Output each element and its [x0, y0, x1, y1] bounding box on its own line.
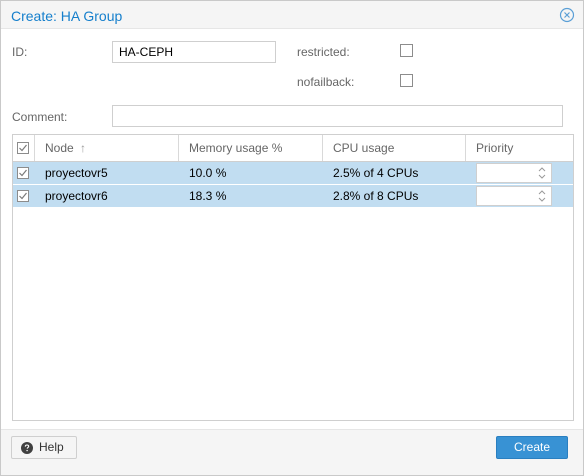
check-icon [19, 192, 27, 200]
create-ha-group-dialog: Create: HA Group ID: HA-CEPH restricted:… [0, 0, 584, 476]
nofailback-checkbox[interactable] [400, 74, 413, 87]
id-label: ID: [12, 45, 28, 59]
column-memory-label: Memory usage % [189, 141, 283, 155]
restricted-label: restricted: [297, 45, 350, 59]
comment-field[interactable] [112, 105, 563, 127]
row-checkbox[interactable] [17, 190, 29, 202]
dialog-header: Create: HA Group [1, 1, 583, 29]
priority-spinner[interactable] [476, 163, 552, 183]
select-all-header[interactable] [13, 135, 35, 161]
close-icon[interactable] [559, 7, 575, 23]
help-button[interactable]: Help [11, 436, 77, 459]
column-node-label: Node [45, 141, 74, 155]
row-checkbox[interactable] [17, 167, 29, 179]
memory-cell: 18.3 % [189, 189, 227, 203]
priority-spinner[interactable] [476, 186, 552, 206]
table-row[interactable]: proyectovr6 18.3 % 2.8% of 8 CPUs [13, 185, 573, 208]
restricted-checkbox[interactable] [400, 44, 413, 57]
column-header-node[interactable]: Node ↑ [35, 135, 179, 161]
node-cell: proyectovr6 [45, 189, 108, 203]
spinner-arrows-icon[interactable] [537, 188, 547, 204]
create-button[interactable]: Create [496, 436, 568, 459]
column-cpu-label: CPU usage [333, 141, 395, 155]
check-icon [19, 144, 27, 152]
question-circle-icon [21, 442, 33, 454]
node-cell: proyectovr5 [45, 166, 108, 180]
dialog-title: Create: HA Group [11, 8, 123, 24]
check-icon [19, 169, 27, 177]
spinner-arrows-icon[interactable] [537, 165, 547, 181]
dialog-footer: Help Create [1, 429, 583, 475]
column-priority-label: Priority [476, 141, 514, 155]
nofailback-label: nofailback: [297, 75, 355, 89]
memory-cell: 10.0 % [189, 166, 227, 180]
column-header-priority[interactable]: Priority [466, 135, 573, 161]
help-label: Help [39, 440, 64, 454]
column-header-cpu[interactable]: CPU usage [323, 135, 466, 161]
id-field[interactable]: HA-CEPH [112, 41, 276, 63]
table-row[interactable]: proyectovr5 10.0 % 2.5% of 4 CPUs [13, 162, 573, 185]
nodes-grid: Node ↑ Memory usage % CPU usage Priority… [12, 134, 574, 421]
cpu-cell: 2.5% of 4 CPUs [333, 166, 419, 180]
cpu-cell: 2.8% of 8 CPUs [333, 189, 419, 203]
column-header-memory[interactable]: Memory usage % [179, 135, 323, 161]
select-all-checkbox[interactable] [17, 142, 29, 154]
comment-label: Comment: [12, 110, 68, 124]
sort-ascending-icon: ↑ [80, 141, 87, 155]
grid-header: Node ↑ Memory usage % CPU usage Priority [13, 135, 573, 162]
